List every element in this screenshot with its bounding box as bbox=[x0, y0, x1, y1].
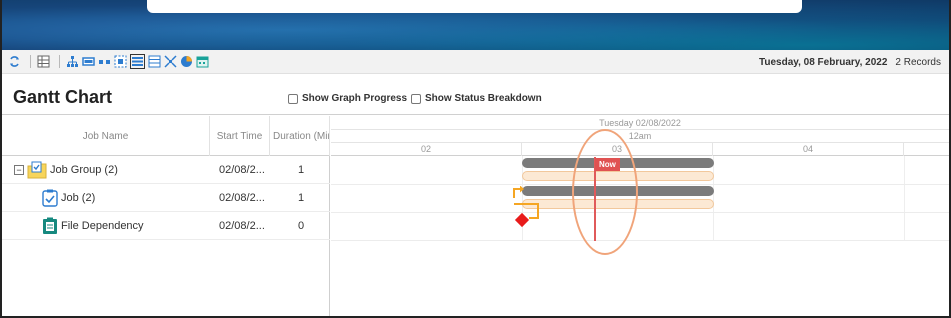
highlight-circle bbox=[572, 129, 638, 255]
grid-line bbox=[904, 156, 905, 240]
job-group-icon bbox=[27, 161, 47, 179]
start-time-cell: 02/08/2... bbox=[219, 220, 265, 232]
gantt-timeline[interactable]: Tuesday 02/08/2022 12am 02 03 04 Now bbox=[331, 116, 949, 316]
expand-icon[interactable] bbox=[164, 55, 177, 68]
row-line bbox=[331, 240, 949, 241]
dots-icon[interactable] bbox=[98, 55, 111, 68]
hour-label: 02 bbox=[331, 143, 522, 156]
column-header-start-time[interactable]: Start Time bbox=[210, 116, 270, 156]
collapse-icon[interactable]: − bbox=[14, 165, 24, 175]
job-name: Job (2) bbox=[61, 192, 96, 204]
gantt-window: Tuesday, 08 February, 2022 2 Records Gan… bbox=[0, 0, 951, 318]
job-name-cell: − Job Group (2) bbox=[14, 156, 210, 184]
job-grid: Job Name Start Time Duration (Mir − Job … bbox=[2, 116, 330, 316]
column-header-duration[interactable]: Duration (Mir bbox=[270, 116, 330, 156]
banner-search-bar[interactable] bbox=[147, 0, 802, 13]
row-line bbox=[331, 184, 949, 185]
duration-cell: 0 bbox=[298, 220, 305, 232]
duration-cell: 1 bbox=[298, 164, 305, 176]
duration-cell: 1 bbox=[298, 192, 305, 204]
show-status-breakdown-checkbox[interactable]: Show Status Breakdown bbox=[411, 93, 542, 104]
hour-label: 04 bbox=[713, 143, 904, 156]
start-time-cell: 02/08/2... bbox=[219, 192, 265, 204]
column-header-job-name[interactable]: Job Name bbox=[2, 116, 210, 156]
header-banner bbox=[2, 0, 949, 50]
start-time-cell: 02/08/2... bbox=[219, 164, 265, 176]
hierarchy-icon[interactable] bbox=[66, 55, 79, 68]
timeline-period-header: 12am bbox=[331, 130, 949, 143]
refresh-icon[interactable] bbox=[8, 55, 21, 68]
timeline-hours-header: 02 03 04 bbox=[331, 143, 949, 156]
pie-chart-icon[interactable] bbox=[180, 55, 193, 68]
toolbar-status: Tuesday, 08 February, 2022 2 Records bbox=[759, 50, 941, 74]
calendar-icon[interactable] bbox=[196, 55, 209, 68]
job-name: Job Group (2) bbox=[50, 164, 118, 176]
checkbox-box[interactable] bbox=[288, 93, 298, 104]
record-count: 2 Records bbox=[895, 56, 941, 68]
checkbox-label: Show Status Breakdown bbox=[425, 93, 542, 104]
job-name-cell: File Dependency bbox=[42, 212, 210, 240]
checkbox-label: Show Graph Progress bbox=[302, 93, 408, 104]
table-row[interactable]: − Job Group (2) 02/08/2... 1 bbox=[2, 156, 330, 184]
file-dependency-icon bbox=[42, 217, 58, 235]
job-name: File Dependency bbox=[61, 220, 144, 232]
checkbox-box[interactable] bbox=[411, 93, 421, 104]
show-graph-progress-checkbox[interactable]: Show Graph Progress bbox=[288, 93, 407, 104]
job-check-icon bbox=[42, 189, 58, 207]
toolbar-separator bbox=[59, 55, 60, 68]
table-row[interactable]: File Dependency 02/08/2... 0 bbox=[2, 212, 330, 240]
title-row: Gantt Chart Show Graph Progress Show Sta… bbox=[2, 75, 949, 115]
table-icon[interactable] bbox=[37, 55, 50, 68]
toolbar: Tuesday, 08 February, 2022 2 Records bbox=[2, 50, 949, 74]
grid-header: Job Name Start Time Duration (Mir bbox=[2, 116, 330, 156]
toolbar-separator bbox=[30, 55, 31, 68]
page-title: Gantt Chart bbox=[13, 87, 112, 107]
job-name-cell: Job (2) bbox=[42, 184, 210, 212]
timeline-day-header: Tuesday 02/08/2022 bbox=[331, 116, 949, 130]
fit-icon[interactable] bbox=[114, 55, 127, 68]
row-line bbox=[331, 212, 949, 213]
rows-icon[interactable] bbox=[148, 55, 161, 68]
table-row[interactable]: Job (2) 02/08/2... 1 bbox=[2, 184, 330, 212]
bar-layout-icon[interactable] bbox=[82, 55, 95, 68]
list-view-icon[interactable] bbox=[130, 54, 145, 69]
grid-line bbox=[713, 156, 714, 240]
current-date: Tuesday, 08 February, 2022 bbox=[759, 56, 888, 68]
